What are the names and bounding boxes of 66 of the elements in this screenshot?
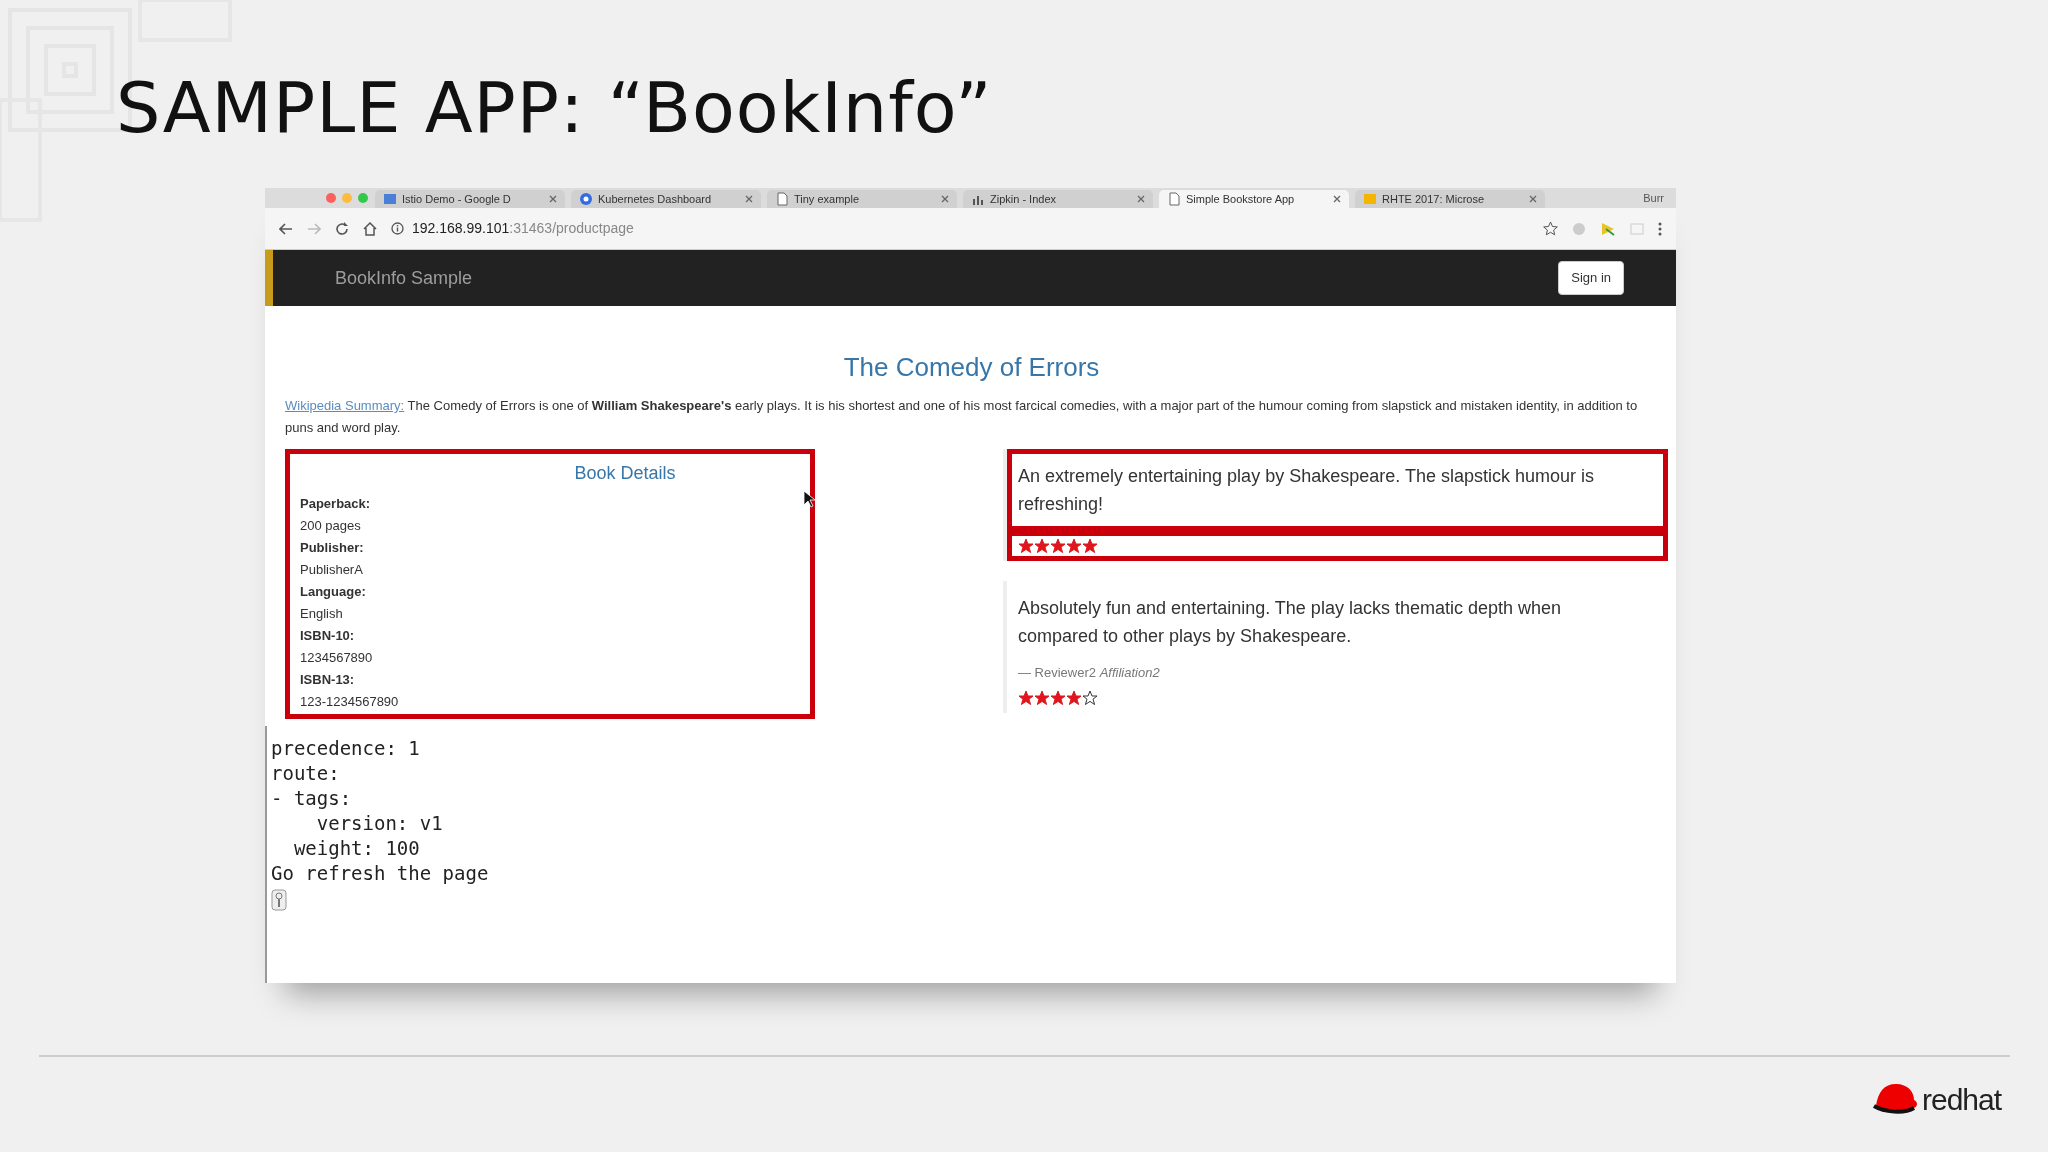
- field-label: Language:: [300, 583, 367, 601]
- profile-name[interactable]: Burr: [1643, 189, 1664, 207]
- filled-star-icon: [1034, 689, 1050, 706]
- logo-text: redhat: [1922, 1082, 2002, 1118]
- reviewer-line: — Reviewer2 Affiliation2: [1017, 664, 1161, 682]
- filled-star-icon: [1050, 538, 1066, 554]
- browser-tab[interactable]: Tiny example: [767, 190, 957, 208]
- summary-text: Wikipedia Summary: The Comedy of Errors is one of William Shakespeare's early plays. It is his shortest and one of his most farcical comedies, with a major part of the humour coming from slapstick and mistaken identity, in addition to puns and word play.: [285, 397, 1639, 437]
- book-title: The Comedy of Errors: [842, 351, 1101, 384]
- field-label: ISBN-10:: [300, 627, 356, 645]
- field-value: 1234567890: [300, 649, 374, 667]
- filled-star-icon: [1018, 689, 1034, 706]
- terminal-line: - tags:: [271, 786, 353, 811]
- field-value: PublisherA: [300, 561, 364, 579]
- window-controls-icon[interactable]: [325, 192, 369, 204]
- filled-star-icon: [1066, 538, 1082, 554]
- filled-star-icon: [1082, 538, 1098, 554]
- url-text: 192.168.99.101:31463/productpage: [412, 219, 634, 238]
- close-icon[interactable]: [1137, 195, 1145, 203]
- back-icon[interactable]: [279, 222, 293, 235]
- close-icon[interactable]: [549, 195, 557, 203]
- browser-tab[interactable]: Istio Demo - Google D: [375, 190, 565, 208]
- browser-tab[interactable]: RHTE 2017: Microse: [1355, 190, 1545, 208]
- field-label: ISBN-13:: [300, 671, 356, 689]
- field-label: Paperback:: [300, 495, 372, 513]
- menu-icon[interactable]: [1658, 221, 1662, 236]
- review-text: An extremely entertaining play by Shakespeare. The slapstick humour is refreshing!: [1007, 449, 1668, 531]
- slide-title: SAMPLE APP: “BookInfo”: [116, 66, 993, 151]
- filled-star-icon: [1018, 538, 1034, 554]
- cursor-icon: [271, 888, 287, 911]
- sign-in-button[interactable]: Sign in: [1558, 261, 1624, 295]
- browser-tab[interactable]: Simple Bookstore App: [1159, 190, 1349, 208]
- close-icon[interactable]: [1529, 195, 1537, 203]
- document-icon: [383, 192, 397, 206]
- terminal-line: weight: 100: [292, 836, 421, 861]
- home-icon[interactable]: [363, 221, 377, 236]
- empty-star-icon: [1082, 689, 1098, 706]
- extension-icon[interactable]: [1600, 220, 1616, 237]
- close-icon[interactable]: [1333, 195, 1341, 203]
- browser-tab[interactable]: Zipkin - Index: [963, 190, 1153, 208]
- page-icon: [775, 192, 789, 206]
- info-icon: [391, 222, 404, 235]
- filled-star-icon: [1066, 689, 1082, 706]
- review-text: Absolutely fun and entertaining. The play lacks thematic depth when compared to other plays by Shakespeare.: [1017, 597, 1562, 648]
- field-value: 200 pages: [300, 517, 362, 535]
- terminal-line: route:: [271, 761, 341, 786]
- page-icon: [1167, 192, 1181, 206]
- terminal-line: Go refresh the page: [271, 861, 490, 886]
- field-value: English: [300, 605, 344, 623]
- slides-icon: [1363, 192, 1377, 206]
- brand-link[interactable]: BookInfo Sample: [335, 264, 473, 292]
- close-icon[interactable]: [941, 195, 949, 203]
- field-label: Publisher:: [300, 539, 365, 557]
- mouse-pointer-icon: [803, 490, 815, 508]
- browser-tab[interactable]: Kubernetes Dashboard: [571, 190, 761, 208]
- bookmark-star-icon[interactable]: [1543, 221, 1558, 236]
- field-value: 123-1234567890: [300, 693, 400, 711]
- reload-icon[interactable]: [335, 221, 349, 236]
- wikipedia-link[interactable]: Wikipedia Summary:: [285, 398, 405, 413]
- filled-star-icon: [1034, 538, 1050, 554]
- close-icon[interactable]: [745, 195, 753, 203]
- terminal-line: precedence: 1: [271, 736, 421, 761]
- filled-star-icon: [1050, 689, 1066, 706]
- terminal-line: version: v1: [315, 811, 444, 836]
- details-heading: Book Details: [573, 462, 677, 485]
- wheel-icon: [579, 192, 593, 206]
